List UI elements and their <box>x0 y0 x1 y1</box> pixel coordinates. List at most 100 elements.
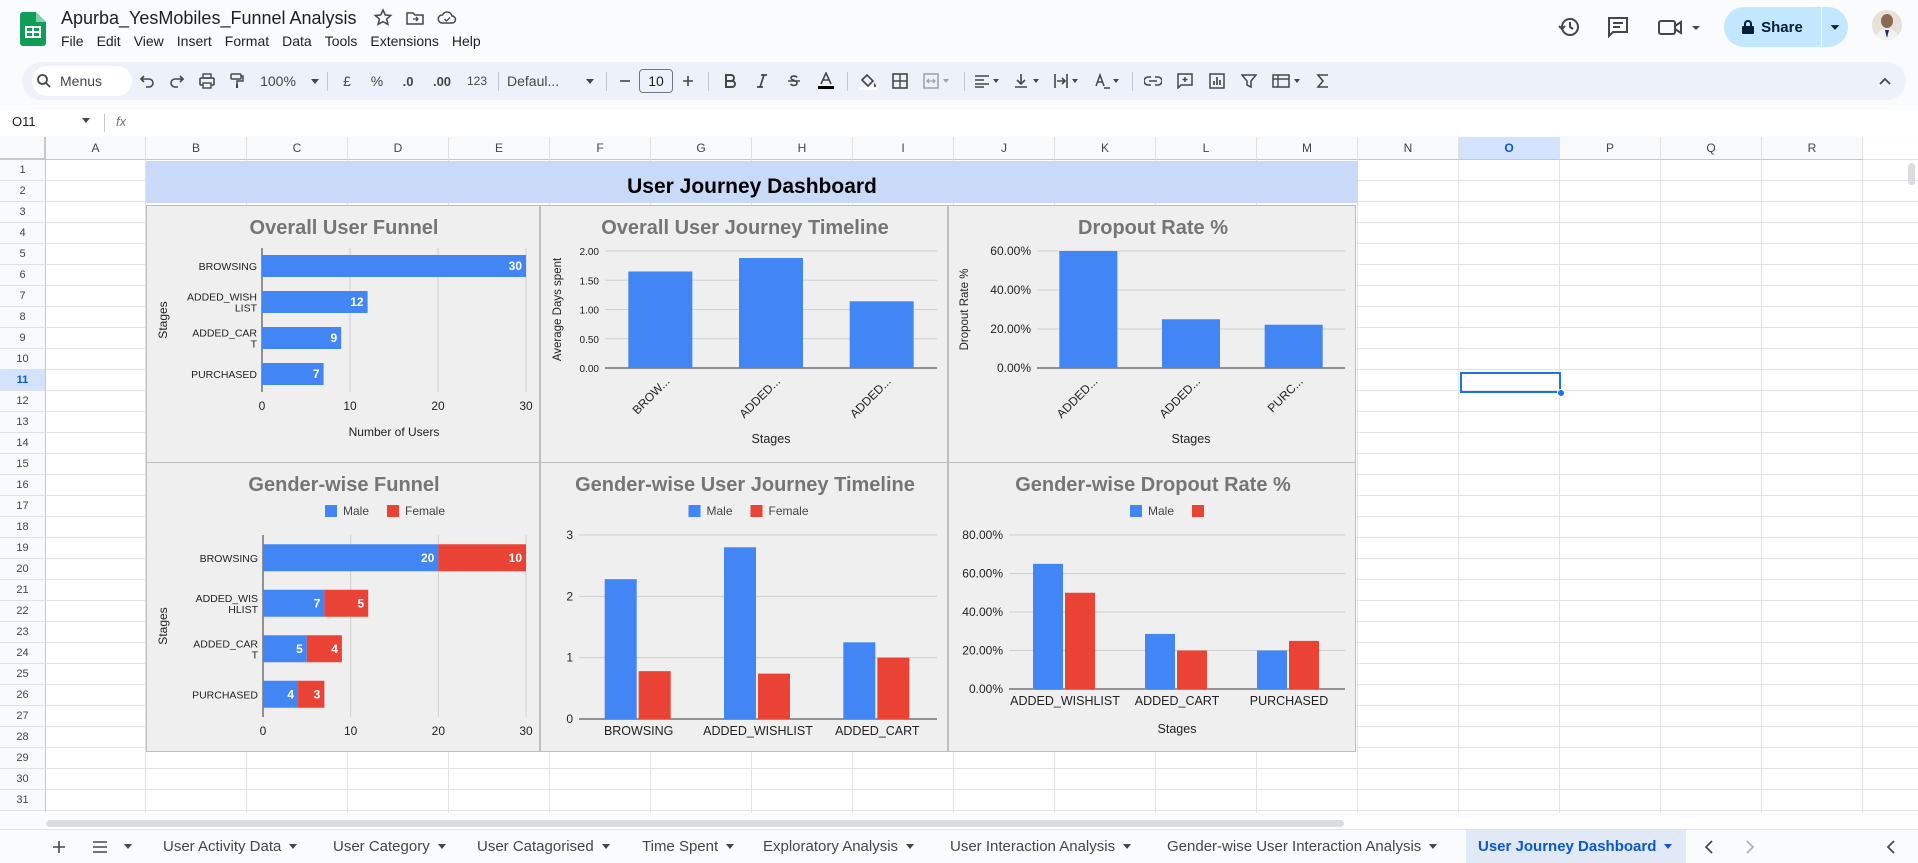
dashboard-title[interactable]: User Journey Dashboard <box>146 175 1358 199</box>
add-sheet-button[interactable] <box>52 830 66 863</box>
increase-font-size-button[interactable] <box>677 62 699 100</box>
chart-title[interactable]: Gender-wise Dropout Rate % <box>1015 474 1291 496</box>
row-header-25[interactable]: 25 <box>0 664 46 685</box>
column-header-r[interactable]: R <box>1762 137 1863 160</box>
print-button[interactable] <box>194 62 220 100</box>
explore-panel-toggle[interactable] <box>1886 830 1896 863</box>
row-header-13[interactable]: 13 <box>0 412 46 433</box>
share-dropdown-icon[interactable] <box>1821 7 1848 47</box>
name-box[interactable]: O11 <box>12 114 36 129</box>
tab-gender-wise-user-interaction-analysis[interactable]: Gender-wise User Interaction Analysis <box>1167 830 1438 863</box>
menu-extensions[interactable]: Extensions <box>370 33 445 49</box>
column-header-e[interactable]: E <box>449 137 550 160</box>
row-header-15[interactable]: 15 <box>0 454 46 475</box>
row-header-24[interactable]: 24 <box>0 643 46 664</box>
tab-chevron-down-icon[interactable] <box>437 844 446 849</box>
select-all-corner[interactable] <box>0 137 46 160</box>
insert-link-button[interactable] <box>1140 62 1166 100</box>
column-header-d[interactable]: D <box>348 137 449 160</box>
strikethrough-button[interactable] <box>781 62 807 100</box>
row-header-23[interactable]: 23 <box>0 622 46 643</box>
tab-user-catagorised[interactable]: User Catagorised <box>477 830 610 863</box>
tab-user-journey-dashboard[interactable]: User Journey Dashboard <box>1466 830 1687 863</box>
sheets-chevron-down-icon[interactable] <box>124 844 132 849</box>
row-header-17[interactable]: 17 <box>0 496 46 517</box>
cloud-status-icon[interactable] <box>437 8 457 28</box>
y-axis-title[interactable]: Stages <box>156 301 170 338</box>
y-axis-title[interactable]: Dropout Rate % <box>959 269 971 351</box>
row-header-18[interactable]: 18 <box>0 517 46 538</box>
tab-chevron-down-icon[interactable] <box>1123 844 1132 849</box>
column-header-k[interactable]: K <box>1055 137 1156 160</box>
decrease-font-size-button[interactable] <box>614 62 636 100</box>
fill-handle[interactable] <box>1557 389 1565 397</box>
column-header-f[interactable]: F <box>550 137 651 160</box>
row-header-20[interactable]: 20 <box>0 559 46 580</box>
increase-decimal-button[interactable]: .00 <box>427 62 457 100</box>
row-header-6[interactable]: 6 <box>0 265 46 286</box>
column-header-i[interactable]: I <box>853 137 954 160</box>
paint-format-button[interactable] <box>224 62 250 100</box>
x-axis-title[interactable]: Stages <box>1158 722 1197 736</box>
row-header-12[interactable]: 12 <box>0 391 46 412</box>
column-header-h[interactable]: H <box>752 137 853 160</box>
fill-color-button[interactable] <box>855 62 881 100</box>
x-axis-title[interactable]: Stages <box>1172 432 1211 446</box>
chart-overall-user-journey-timeline[interactable]: Overall User Journey Timeline 0.00 0.50 1.0… <box>540 205 948 464</box>
move-folder-icon[interactable] <box>405 8 425 28</box>
star-icon[interactable] <box>373 8 393 28</box>
text-rotation-button[interactable] <box>1090 62 1126 100</box>
more-formats-button[interactable]: 123 <box>462 62 492 100</box>
row-header-28[interactable]: 28 <box>0 727 46 748</box>
row-header-19[interactable]: 19 <box>0 538 46 559</box>
sheets-logo-icon[interactable] <box>20 12 46 46</box>
row-header-31[interactable]: 31 <box>0 790 46 811</box>
column-header-l[interactable]: L <box>1156 137 1257 160</box>
row-header-30[interactable]: 30 <box>0 769 46 790</box>
row-header-2[interactable]: 2 <box>0 181 46 202</box>
chart-gender-wise-dropout-rate[interactable]: Gender-wise Dropout Rate % Male 0.00% 20.00… <box>948 462 1356 752</box>
row-header-8[interactable]: 8 <box>0 307 46 328</box>
chart-title[interactable]: Dropout Rate % <box>1078 217 1228 239</box>
bold-button[interactable] <box>717 62 743 100</box>
percent-format-button[interactable]: % <box>366 62 388 100</box>
currency-format-button[interactable]: £ <box>336 62 358 100</box>
decrease-decimal-button[interactable]: .0 <box>395 62 421 100</box>
row-header-5[interactable]: 5 <box>0 244 46 265</box>
tab-chevron-down-icon[interactable] <box>601 844 610 849</box>
row-header-10[interactable]: 10 <box>0 349 46 370</box>
y-axis-title[interactable]: Stages <box>156 607 170 644</box>
chart-dropout-rate[interactable]: Dropout Rate % 0.00% 20.00% 40.00% 60.00% ADD… <box>948 205 1356 464</box>
avatar[interactable] <box>1872 10 1902 40</box>
chart-title[interactable]: Overall User Funnel <box>250 217 439 239</box>
menu-help[interactable]: Help <box>452 33 488 49</box>
column-header-p[interactable]: P <box>1560 137 1661 160</box>
collapse-toolbar-button[interactable] <box>1872 62 1898 100</box>
menu-insert[interactable]: Insert <box>177 33 219 49</box>
row-header-14[interactable]: 14 <box>0 433 46 454</box>
row-header-21[interactable]: 21 <box>0 580 46 601</box>
chart-title[interactable]: Overall User Journey Timeline <box>601 217 889 239</box>
menus-search[interactable]: Menus <box>32 66 132 96</box>
formula-input[interactable] <box>140 110 1910 136</box>
x-axis-title[interactable]: Stages <box>752 432 791 446</box>
tab-time-spent[interactable]: Time Spent <box>642 830 735 863</box>
chart-title[interactable]: Gender-wise Funnel <box>248 474 439 496</box>
tab-user-interaction-analysis[interactable]: User Interaction Analysis <box>950 830 1132 863</box>
menu-tools[interactable]: Tools <box>325 33 365 49</box>
x-axis-title[interactable]: Number of Users <box>349 425 440 439</box>
row-header-29[interactable]: 29 <box>0 748 46 769</box>
vertical-align-button[interactable] <box>1010 62 1046 100</box>
y-axis-title[interactable]: Average Days spent <box>552 257 564 361</box>
insert-comment-button[interactable] <box>1172 62 1198 100</box>
menu-edit[interactable]: Edit <box>97 33 128 49</box>
share-button[interactable]: Share <box>1724 7 1820 47</box>
tab-user-category[interactable]: User Category <box>333 830 446 863</box>
document-title[interactable]: Apurba_YesMobiles_Funnel Analysis <box>61 8 357 29</box>
row-header-27[interactable]: 27 <box>0 706 46 727</box>
text-wrapping-button[interactable] <box>1050 62 1086 100</box>
menu-view[interactable]: View <box>134 33 171 49</box>
horizontal-align-button[interactable] <box>970 62 1006 100</box>
scroll-tabs-right-button[interactable] <box>1745 830 1755 863</box>
font-family-select[interactable]: Defaul... <box>507 62 577 100</box>
